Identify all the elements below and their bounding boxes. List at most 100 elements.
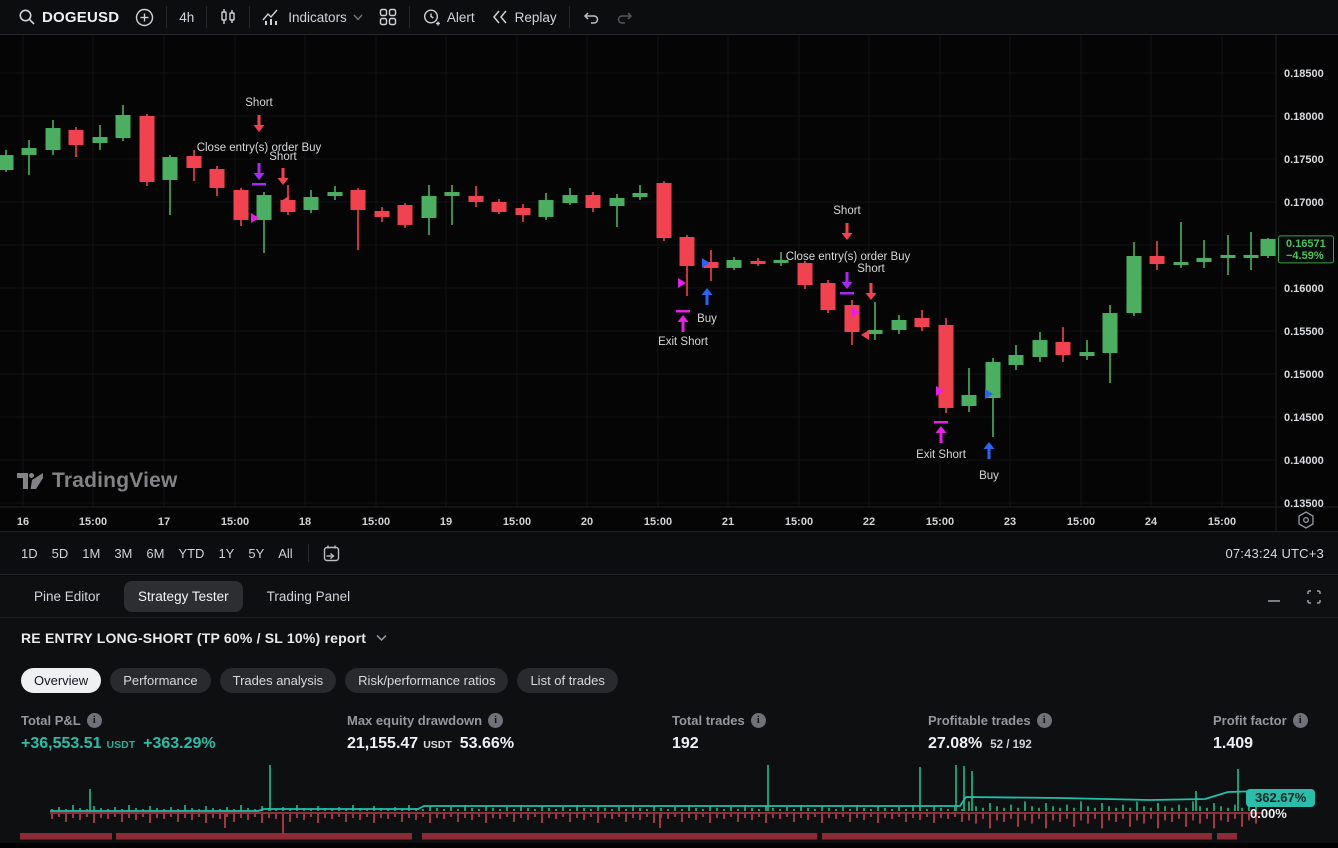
symbol-search[interactable]: DOGEUSD — [10, 4, 127, 30]
report-title-row[interactable]: RE ENTRY LONG-SHORT (TP 60% / SL 10%) re… — [21, 630, 387, 646]
maximize-panel-icon[interactable] — [1306, 589, 1322, 605]
range-button-1m[interactable]: 1M — [75, 542, 107, 565]
minimize-panel-icon[interactable] — [1266, 589, 1282, 605]
info-icon[interactable]: i — [1037, 713, 1052, 728]
price-axis-label[interactable]: 0.18000 — [1284, 111, 1324, 123]
alert-button[interactable]: Alert — [414, 4, 483, 31]
time-axis-label[interactable]: 18 — [299, 516, 311, 528]
price-axis-label[interactable]: 0.14500 — [1284, 412, 1324, 424]
range-button-all[interactable]: All — [271, 542, 299, 565]
panel-tab-trading-panel[interactable]: Trading Panel — [253, 581, 365, 612]
range-button-1d[interactable]: 1D — [14, 542, 45, 565]
range-button-5d[interactable]: 5D — [45, 542, 76, 565]
equity-down-bar — [576, 814, 578, 818]
price-axis-label[interactable]: 0.15500 — [1284, 326, 1324, 338]
price-axis-label[interactable]: 0.17000 — [1284, 197, 1324, 209]
compare-add-symbol-button[interactable] — [127, 4, 162, 31]
subtab-trades-analysis[interactable]: Trades analysis — [220, 668, 337, 693]
time-axis-label[interactable]: 15:00 — [644, 516, 672, 528]
info-icon[interactable]: i — [751, 713, 766, 728]
equity-down-bar — [555, 814, 557, 819]
time-axis-label[interactable]: 23 — [1004, 516, 1016, 528]
candle — [1127, 256, 1142, 313]
time-axis-label[interactable]: 15:00 — [362, 516, 390, 528]
price-axis-label[interactable]: 0.17500 — [1284, 154, 1324, 166]
equity-up-bar — [716, 808, 718, 811]
equity-up-bar — [352, 805, 354, 811]
equity-down-bar — [149, 814, 151, 823]
range-button-3m[interactable]: 3M — [107, 542, 139, 565]
go-to-date-button[interactable] — [317, 541, 346, 566]
equity-up-bar — [1024, 801, 1026, 811]
equity-up-bar — [457, 809, 459, 811]
equity-down-bar — [289, 814, 291, 822]
equity-up-spike — [971, 771, 973, 811]
equity-down-bar — [422, 814, 424, 817]
equity-down-spike — [282, 814, 284, 834]
equity-up-bar — [1178, 805, 1180, 811]
equity-up-bar — [1052, 806, 1054, 811]
candle — [516, 208, 531, 215]
equity-up-spike — [919, 767, 921, 811]
time-axis-label[interactable]: 15:00 — [785, 516, 813, 528]
info-icon[interactable]: i — [87, 713, 102, 728]
time-axis-label[interactable]: 15:00 — [221, 516, 249, 528]
price-axis-label[interactable]: 0.14000 — [1284, 455, 1324, 467]
candle — [1150, 256, 1165, 264]
equity-down-bar — [758, 814, 760, 817]
candle — [234, 190, 249, 220]
time-axis-label[interactable]: 21 — [722, 516, 734, 528]
price-axis-label[interactable]: 0.16000 — [1284, 283, 1324, 295]
clock[interactable]: 07:43:24 UTC+3 — [1225, 546, 1324, 561]
subtab-list-of-trades[interactable]: List of trades — [517, 668, 617, 693]
indicators-button[interactable]: Indicators — [254, 4, 371, 30]
equity-down-bar — [1087, 814, 1089, 824]
time-axis-label[interactable]: 15:00 — [1067, 516, 1095, 528]
redo-button[interactable] — [608, 5, 642, 29]
info-icon[interactable]: i — [1293, 713, 1308, 728]
price-axis-label[interactable]: 0.18500 — [1284, 68, 1324, 80]
equity-down-bar — [485, 814, 487, 823]
time-axis-label[interactable]: 15:00 — [503, 516, 531, 528]
last-price-change: −4.59% — [1286, 250, 1324, 262]
subtab-risk-performance-ratios[interactable]: Risk/performance ratios — [345, 668, 508, 693]
stat-label-row: Max equity drawdowni — [347, 713, 514, 728]
price-axis-label[interactable]: 0.15000 — [1284, 369, 1324, 381]
time-axis-label[interactable]: 20 — [581, 516, 593, 528]
range-button-1y[interactable]: 1Y — [211, 542, 241, 565]
info-icon[interactable]: i — [488, 713, 503, 728]
candle — [539, 200, 554, 217]
time-axis-label[interactable]: 15:00 — [1208, 516, 1236, 528]
layout-grid-button[interactable] — [371, 4, 405, 30]
range-button-6m[interactable]: 6M — [139, 542, 171, 565]
chevron-down-icon — [353, 14, 363, 21]
main-chart[interactable]: ShortClose entry(s) order BuyShortExit S… — [0, 35, 1338, 532]
equity-up-spike — [963, 766, 965, 811]
time-axis-label[interactable]: 19 — [440, 516, 452, 528]
equity-down-bar — [926, 814, 928, 817]
chart-style-button[interactable] — [211, 4, 245, 30]
time-axis-label[interactable]: 15:00 — [926, 516, 954, 528]
search-icon — [18, 8, 36, 26]
panel-tab-pine-editor[interactable]: Pine Editor — [20, 581, 114, 612]
panel-tab-strategy-tester[interactable]: Strategy Tester — [124, 581, 243, 612]
price-axis-label[interactable]: 0.13500 — [1284, 498, 1324, 510]
equity-down-bar — [1094, 814, 1096, 819]
indicators-icon — [262, 8, 282, 26]
replay-button[interactable]: Replay — [483, 5, 565, 29]
session-settings-hexagon-icon[interactable] — [1299, 512, 1313, 528]
subtab-overview[interactable]: Overview — [21, 668, 101, 693]
time-axis-label[interactable]: 17 — [158, 516, 170, 528]
equity-chart[interactable] — [0, 765, 1338, 843]
time-axis-label[interactable]: 15:00 — [79, 516, 107, 528]
time-axis-label[interactable]: 24 — [1145, 516, 1158, 528]
undo-button[interactable] — [574, 5, 608, 29]
time-axis-label[interactable]: 16 — [17, 516, 29, 528]
subtab-performance[interactable]: Performance — [110, 668, 210, 693]
time-axis-label[interactable]: 22 — [863, 516, 875, 528]
range-button-ytd[interactable]: YTD — [171, 542, 211, 565]
equity-down-bar — [821, 814, 823, 823]
equity-down-bar — [1143, 814, 1145, 824]
range-button-5y[interactable]: 5Y — [241, 542, 271, 565]
interval-button[interactable]: 4h — [171, 6, 202, 29]
